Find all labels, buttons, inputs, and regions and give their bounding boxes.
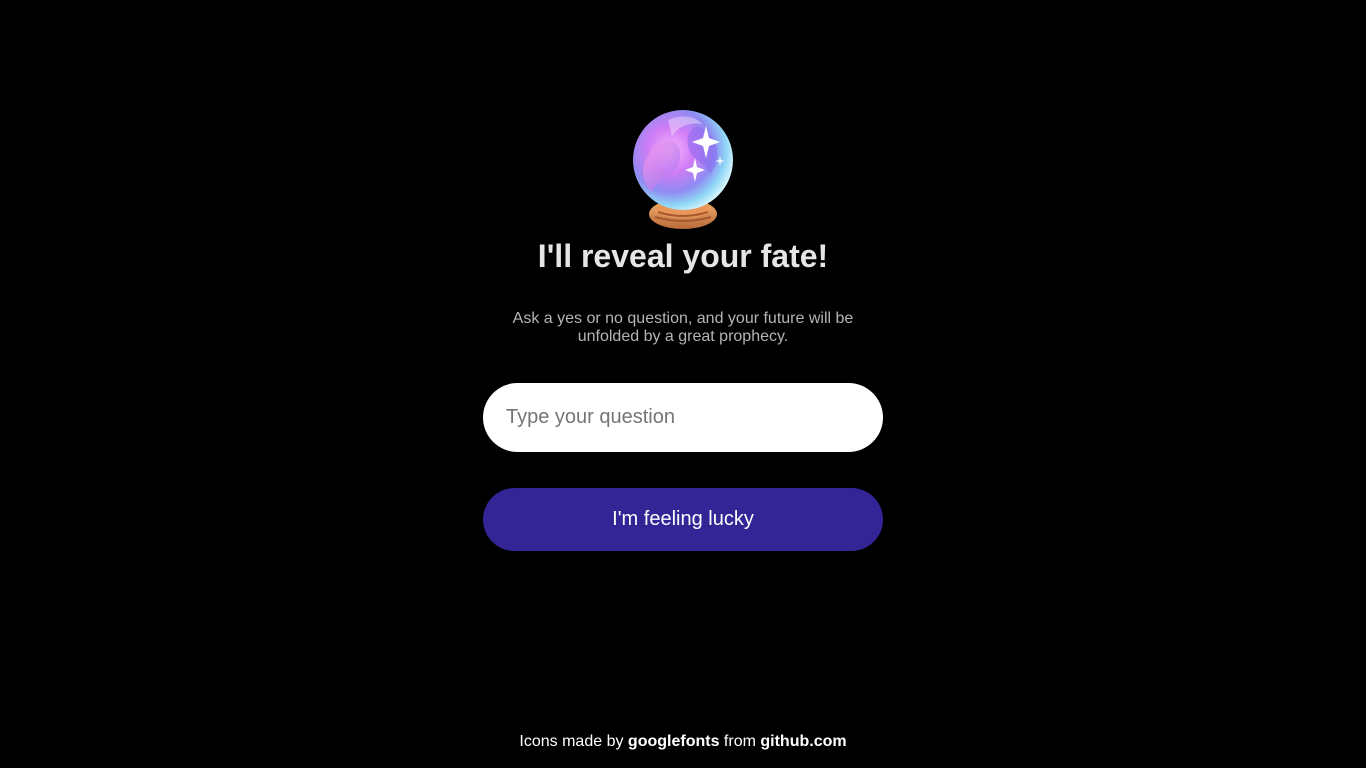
footer-credits: Icons made by googlefonts from github.co… [0,732,1366,752]
feeling-lucky-button[interactable]: I'm feeling lucky [483,488,883,551]
footer-middle: from [723,733,756,750]
source-link[interactable]: github.com [760,733,846,750]
page-title: I'll reveal your fate! [537,238,829,274]
author-link[interactable]: googlefonts [628,733,720,750]
footer-prefix: Icons made by [519,733,624,750]
page: I'll reveal your fate! Ask a yes or no q… [0,0,1366,768]
crystal-ball-icon [633,110,733,229]
question-input[interactable] [483,383,883,452]
page-subtitle: Ask a yes or no question, and your futur… [512,310,854,345]
